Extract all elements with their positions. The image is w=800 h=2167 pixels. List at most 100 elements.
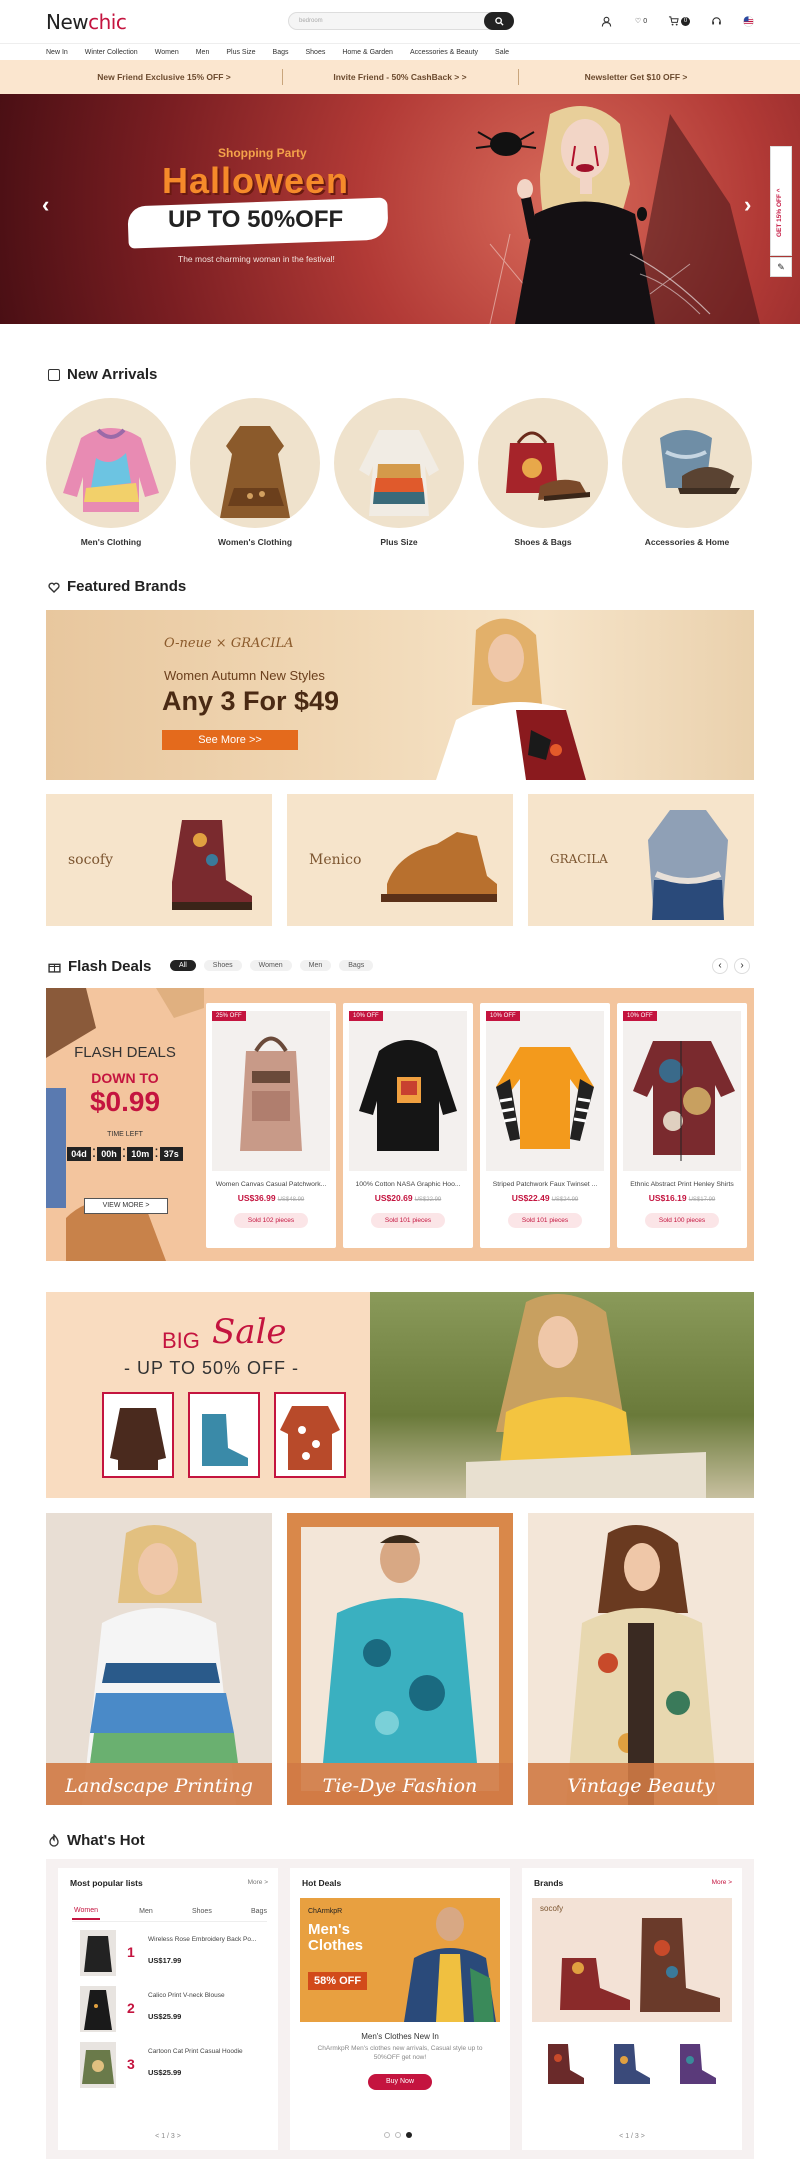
nav-plus-size[interactable]: Plus Size xyxy=(226,49,255,56)
brand-thumb-boot[interactable] xyxy=(604,2038,652,2088)
popular-pager[interactable]: < 1 / 3 > xyxy=(58,2133,278,2140)
wishlist-icon[interactable]: ♡ 0 xyxy=(630,13,652,29)
brand-thumb-boot[interactable] xyxy=(538,2038,586,2088)
popular-list-item[interactable]: 3 Cartoon Cat Print Casual Hoodie US$25.… xyxy=(72,2042,267,2090)
tab-bags[interactable]: Bags xyxy=(251,1908,267,1919)
category-mens-clothing[interactable] xyxy=(46,398,176,528)
tab-shoes[interactable]: Shoes xyxy=(192,1908,212,1919)
discount-badge: 25% OFF xyxy=(212,1011,246,1021)
big-sale-banner[interactable]: BIG Sale - UP TO 50% OFF - xyxy=(46,1292,754,1498)
promo-tie-dye-fashion[interactable]: Tie-Dye Fashion xyxy=(287,1513,513,1805)
coupon-side-tab[interactable]: GET 15% OFF ^ xyxy=(770,146,792,256)
nav-shoes[interactable]: Shoes xyxy=(306,49,326,56)
nav-new-in[interactable]: New In xyxy=(46,49,68,56)
item-rank: 1 xyxy=(127,1944,135,1960)
flash-carousel-controls: ‹ › xyxy=(712,958,750,974)
flash-prev-button[interactable]: ‹ xyxy=(712,958,728,974)
chip-women[interactable]: Women xyxy=(249,960,292,971)
category-shoes-bags[interactable] xyxy=(478,398,608,528)
item-name: Cartoon Cat Print Casual Hoodie xyxy=(148,2048,243,2055)
flash-product-card[interactable]: 10% OFF 100% Cotton NASA Graphic Hoo... … xyxy=(343,1003,473,1248)
item-name: Calico Print V-neck Blouse xyxy=(148,1992,225,1999)
nav-winter-collection[interactable]: Winter Collection xyxy=(85,49,138,56)
featured-brand-banner[interactable]: O-neue × GRACILA Women Autumn New Styles… xyxy=(46,610,754,780)
category-label[interactable]: Men's Clothing xyxy=(46,537,176,547)
flash-panel-price: $0.99 xyxy=(89,1086,161,1117)
hot-deals-card: Hot Deals ChArmkpR Men's Clothes 58% OFF… xyxy=(290,1868,510,2150)
scarf-hat-image xyxy=(660,430,740,494)
nav-bags[interactable]: Bags xyxy=(273,49,289,56)
promo-vintage-beauty[interactable]: Vintage Beauty xyxy=(528,1513,754,1805)
hero-next-arrow[interactable]: › xyxy=(744,192,751,218)
category-label[interactable]: Shoes & Bags xyxy=(478,537,608,547)
popular-tabs: Women Men Shoes Bags xyxy=(72,1906,267,1922)
chip-all[interactable]: All xyxy=(170,960,196,971)
deal-dot[interactable] xyxy=(384,2132,390,2138)
sale-item-boots[interactable] xyxy=(188,1392,260,1478)
brand-headline: Any 3 For $49 xyxy=(162,686,340,716)
deal-dot-active[interactable] xyxy=(406,2132,412,2138)
brand-card-gracila[interactable]: GRACILA xyxy=(528,794,754,926)
more-link[interactable]: More > xyxy=(712,1879,732,1886)
flash-product-card[interactable]: 25% OFF Women Canvas Casual Patchwork...… xyxy=(206,1003,336,1248)
search-input[interactable]: bedroom xyxy=(288,12,514,30)
tab-women[interactable]: Women xyxy=(72,1907,100,1920)
countdown-seconds: 37s xyxy=(159,1147,183,1161)
nav-accessories-beauty[interactable]: Accessories & Beauty xyxy=(410,49,478,56)
brand-thumb-boot[interactable] xyxy=(670,2038,718,2088)
brand-card-menico[interactable]: Menico xyxy=(287,794,513,926)
flash-product-card[interactable]: 10% OFF Striped Patchwork Faux Twinset .… xyxy=(480,1003,610,1248)
chip-shoes[interactable]: Shoes xyxy=(203,960,242,971)
deal-dot[interactable] xyxy=(395,2132,401,2138)
category-womens-clothing[interactable] xyxy=(190,398,320,528)
sale-item-blouse[interactable] xyxy=(274,1392,346,1478)
flash-next-button[interactable]: › xyxy=(734,958,750,974)
hero-prev-arrow[interactable]: ‹ xyxy=(42,192,49,218)
nav-home-garden[interactable]: Home & Garden xyxy=(342,49,393,56)
nav-women[interactable]: Women xyxy=(155,49,179,56)
nav-sale[interactable]: Sale xyxy=(495,49,509,56)
chip-bags[interactable]: Bags xyxy=(339,960,374,971)
brand-feature-image[interactable]: socofy xyxy=(532,1898,732,2022)
cart-icon[interactable]: 0 xyxy=(666,13,692,29)
see-more-button[interactable]: See More >> xyxy=(162,730,298,750)
category-label[interactable]: Women's Clothing xyxy=(190,537,320,547)
promo-invite-friend[interactable]: Invite Friend - 50% CashBack > > xyxy=(282,60,518,94)
hero-banner[interactable]: Shopping Party Halloween UP TO 50%OFF Th… xyxy=(0,94,800,324)
hot-deal-ad[interactable]: ChArmkpR Men's Clothes 58% OFF xyxy=(300,1898,500,2022)
chip-men[interactable]: Men xyxy=(299,960,332,971)
search-button[interactable] xyxy=(484,12,514,30)
account-icon[interactable] xyxy=(598,13,614,29)
popular-list-item[interactable]: 2 Calico Print V-neck Blouse US$25.99 xyxy=(72,1986,267,2034)
promo-new-friend[interactable]: New Friend Exclusive 15% OFF > xyxy=(46,60,282,94)
flash-decor-image xyxy=(46,988,204,1261)
countdown-days: 04d xyxy=(67,1147,91,1161)
flash-product-card[interactable]: 10% OFF Ethnic Abstract Print Henley Shi… xyxy=(617,1003,747,1248)
view-more-button[interactable]: VIEW MORE > xyxy=(84,1198,168,1214)
nav-men[interactable]: Men xyxy=(196,49,210,56)
popular-list-item[interactable]: 1 Wireless Rose Embroidery Back Po... US… xyxy=(72,1930,267,1978)
category-label[interactable]: Plus Size xyxy=(334,537,464,547)
promo-caption: Tie-Dye Fashion xyxy=(322,1775,478,1797)
buy-now-button[interactable]: Buy Now xyxy=(368,2074,432,2090)
brand-card-socofy[interactable]: socofy xyxy=(46,794,272,926)
logo[interactable]: Newchic xyxy=(46,10,127,34)
category-label[interactable]: Accessories & Home xyxy=(622,537,752,547)
promo-newsletter[interactable]: Newsletter Get $10 OFF > xyxy=(518,60,754,94)
gift-icon xyxy=(48,963,61,973)
item-rank: 2 xyxy=(127,2000,135,2016)
category-accessories-home[interactable] xyxy=(622,398,752,528)
hero-title: Halloween xyxy=(162,160,350,201)
support-icon[interactable] xyxy=(708,13,724,29)
brands-pager[interactable]: < 1 / 3 > xyxy=(522,2133,742,2140)
more-link[interactable]: More > xyxy=(248,1879,268,1886)
tab-men[interactable]: Men xyxy=(139,1908,153,1919)
edit-icon[interactable]: ✎ xyxy=(770,257,792,277)
flag-us-icon[interactable] xyxy=(740,13,756,29)
item-price: US$17.99 xyxy=(148,1956,182,1965)
hero-offer: UP TO 50%OFF xyxy=(168,206,344,233)
promo-landscape-printing[interactable]: Landscape Printing xyxy=(46,1513,272,1805)
category-plus-size[interactable] xyxy=(334,398,464,528)
discount-badge: 10% OFF xyxy=(623,1011,657,1021)
sale-item-jacket[interactable] xyxy=(102,1392,174,1478)
